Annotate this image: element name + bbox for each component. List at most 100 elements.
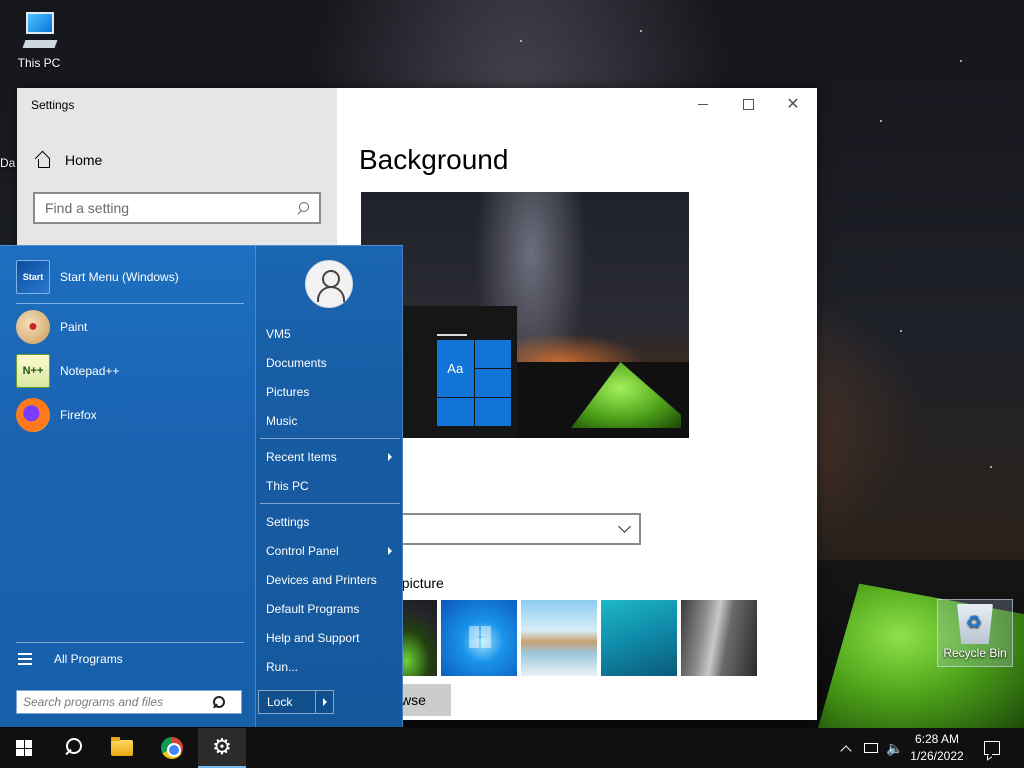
link-control-panel[interactable]: Control Panel xyxy=(266,544,396,558)
link-label: VM5 xyxy=(266,327,291,341)
divider xyxy=(16,642,244,643)
link-run[interactable]: Run... xyxy=(266,660,396,674)
link-label: Pictures xyxy=(266,385,310,399)
network-button[interactable] xyxy=(860,728,882,768)
program-notepad-plus-plus[interactable]: N++ Notepad++ xyxy=(16,354,119,388)
link-label: Run... xyxy=(266,660,299,674)
star xyxy=(880,120,882,122)
desktop-icon-partial: Da xyxy=(0,156,16,170)
firefox-icon xyxy=(16,398,50,432)
chevron-down-icon xyxy=(618,520,631,533)
user-avatar[interactable] xyxy=(305,260,353,308)
picture-thumbnail[interactable] xyxy=(681,600,757,676)
desktop-icon-label: Recycle Bin xyxy=(943,646,1007,660)
preview-tiles: Aa xyxy=(437,340,511,426)
link-music[interactable]: Music xyxy=(266,414,396,428)
maximize-button[interactable] xyxy=(725,94,771,114)
preview-bar xyxy=(437,334,467,336)
list-icon xyxy=(18,653,32,665)
desktop-icon-partial-label: Da xyxy=(0,156,16,170)
preview-tile xyxy=(437,398,474,426)
this-pc-icon xyxy=(22,10,58,54)
star xyxy=(900,330,902,332)
divider xyxy=(260,503,400,504)
chrome-icon xyxy=(161,737,183,759)
link-user-folder[interactable]: VM5 xyxy=(266,327,396,341)
program-label: Start Menu (Windows) xyxy=(60,270,179,284)
program-label: Notepad++ xyxy=(60,364,120,378)
clock-date: 1/26/2022 xyxy=(910,749,964,763)
program-paint[interactable]: ● Paint xyxy=(16,310,87,344)
star xyxy=(990,466,992,468)
start-search-box xyxy=(16,690,242,714)
preview-tile xyxy=(474,369,511,397)
chevron-up-icon xyxy=(840,744,852,757)
taskbar-chrome[interactable] xyxy=(148,728,196,768)
link-default-programs[interactable]: Default Programs xyxy=(266,602,396,616)
preview-tile xyxy=(474,340,511,368)
start-menu: Start Start Menu (Windows) ● Paint N++ N… xyxy=(0,245,403,727)
start-menu-app-icon: Start xyxy=(16,260,50,294)
program-label: Paint xyxy=(60,320,88,334)
picture-thumbnail[interactable] xyxy=(601,600,677,676)
chevron-right-icon xyxy=(388,453,392,461)
action-center-button[interactable] xyxy=(980,728,1004,768)
link-label: Control Panel xyxy=(266,544,339,558)
search-icon[interactable] xyxy=(213,696,225,708)
background-preview: Aa xyxy=(361,192,689,438)
find-setting-box xyxy=(33,192,321,224)
search-icon xyxy=(297,202,309,214)
lock-button[interactable]: Lock xyxy=(258,690,334,714)
taskbar-clock[interactable]: 6:28 AM 1/26/2022 xyxy=(902,731,972,765)
program-start-menu-windows[interactable]: Start Start Menu (Windows) xyxy=(16,260,179,294)
paint-icon: ● xyxy=(16,310,50,344)
star xyxy=(520,40,522,42)
link-settings[interactable]: Settings xyxy=(266,515,396,529)
desktop-icon-this-pc[interactable]: This PC xyxy=(4,10,74,70)
lock-label: Lock xyxy=(267,695,293,709)
picture-thumbnail[interactable] xyxy=(441,600,517,676)
nav-home[interactable]: Home xyxy=(35,152,102,168)
link-label: Documents xyxy=(266,356,327,370)
preview-tile-aa: Aa xyxy=(437,340,474,397)
divider xyxy=(260,438,400,439)
link-recent-items[interactable]: Recent Items xyxy=(266,450,396,464)
clock-time: 6:28 AM xyxy=(914,732,960,746)
close-icon: ✕ xyxy=(786,96,800,113)
divider xyxy=(16,303,244,304)
find-setting-input[interactable] xyxy=(45,200,265,216)
taskbar-search-button[interactable] xyxy=(48,728,96,768)
program-label: Firefox xyxy=(60,408,97,422)
folder-icon xyxy=(111,737,133,756)
home-icon xyxy=(35,152,51,168)
start-menu-programs: Start Start Menu (Windows) ● Paint N++ N… xyxy=(0,246,255,727)
star xyxy=(640,30,642,32)
background-type-dropdown[interactable]: re xyxy=(361,513,641,545)
link-label: Settings xyxy=(266,515,310,529)
picture-thumbnail[interactable] xyxy=(521,600,597,676)
link-devices-printers[interactable]: Devices and Printers xyxy=(266,573,396,587)
start-search-input[interactable] xyxy=(23,695,213,709)
link-documents[interactable]: Documents xyxy=(266,356,396,370)
link-pictures[interactable]: Pictures xyxy=(266,385,396,399)
recycle-bin-icon xyxy=(957,604,993,644)
link-help-support[interactable]: Help and Support xyxy=(266,631,396,645)
taskbar-file-explorer[interactable] xyxy=(98,728,146,768)
link-this-pc[interactable]: This PC xyxy=(266,479,396,493)
notification-icon xyxy=(984,741,1000,755)
taskbar-settings[interactable]: ⚙ xyxy=(198,728,246,768)
preview-tile xyxy=(474,398,511,426)
desktop-icon-recycle-bin[interactable]: Recycle Bin xyxy=(937,599,1013,667)
window-title: Settings xyxy=(31,98,75,112)
start-menu-places: VM5 Documents Pictures Music Recent Item… xyxy=(255,246,403,727)
link-label: This PC xyxy=(266,479,309,493)
all-programs-label: All Programs xyxy=(54,652,123,666)
start-button[interactable] xyxy=(0,728,48,768)
lock-options-button[interactable] xyxy=(315,691,333,713)
program-firefox[interactable]: Firefox xyxy=(16,398,97,432)
show-hidden-icons-button[interactable] xyxy=(836,728,856,768)
close-button[interactable]: ✕ xyxy=(770,94,816,114)
minimize-button[interactable] xyxy=(680,94,726,114)
start-menu-app-icon-text: Start xyxy=(22,272,44,282)
all-programs-button[interactable]: All Programs xyxy=(18,652,123,666)
